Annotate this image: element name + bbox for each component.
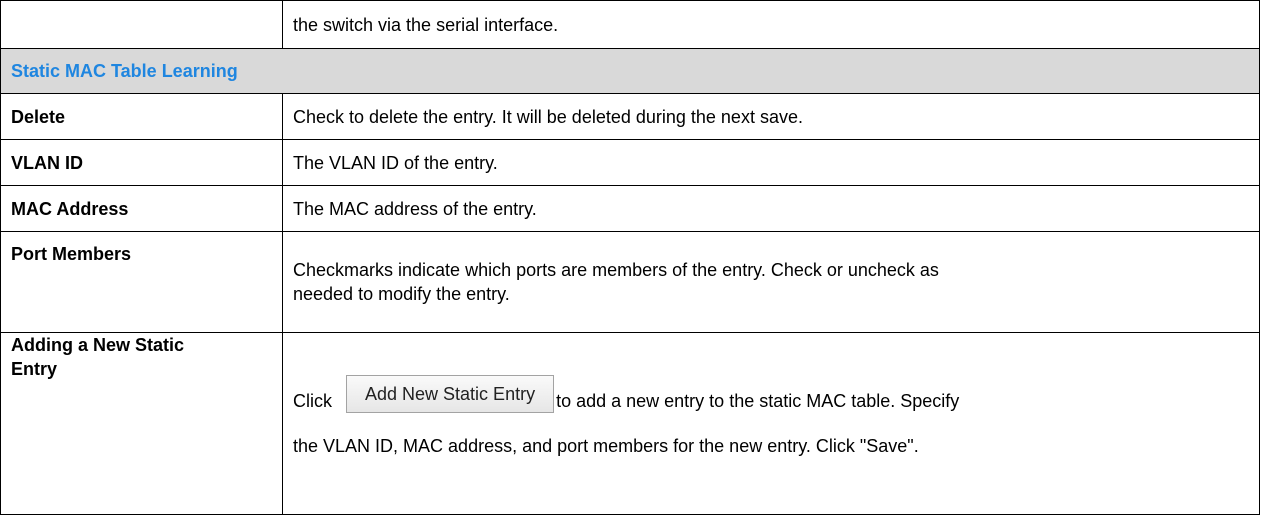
help-table: the switch via the serial interface. Sta… bbox=[0, 0, 1260, 515]
description-delete: Check to delete the entry. It will be de… bbox=[293, 106, 803, 127]
description-adding-line1-wrap: Click Add New Static Entry to add a new en… bbox=[293, 375, 1249, 424]
description-cell: Click Add New Static Entry to add a new en… bbox=[282, 332, 1260, 515]
table-row-vlan-id: VLAN ID The VLAN ID of the entry. bbox=[0, 139, 1260, 186]
description-cell: Check to delete the entry. It will be de… bbox=[282, 93, 1260, 140]
description-cell: The MAC address of the entry. bbox=[282, 185, 1260, 232]
description-cell: Checkmarks indicate which ports are memb… bbox=[282, 231, 1260, 333]
term-cell-empty bbox=[0, 0, 283, 49]
term-delete: Delete bbox=[11, 106, 66, 127]
term-cell: Delete bbox=[0, 93, 283, 140]
term-vlan-id: VLAN ID bbox=[11, 152, 83, 173]
description-cell: the switch via the serial interface. bbox=[282, 0, 1260, 49]
description-text: the switch via the serial interface. bbox=[293, 14, 559, 35]
section-header-row: Static MAC Table Learning bbox=[0, 48, 1260, 94]
term-adding-entry-line2: Entry bbox=[11, 359, 58, 379]
description-vlan-id: The VLAN ID of the entry. bbox=[293, 152, 498, 173]
description-mac-address: The MAC address of the entry. bbox=[293, 198, 537, 219]
term-adding-entry-line1: Adding a New Static bbox=[11, 335, 185, 355]
table-row-adding-entry: Adding a New Static Entry Click Add New S… bbox=[0, 332, 1260, 515]
section-header: Static MAC Table Learning bbox=[0, 48, 1260, 94]
description-cell: The VLAN ID of the entry. bbox=[282, 139, 1260, 186]
table-row-continuation: the switch via the serial interface. bbox=[0, 0, 1260, 49]
table-row-delete: Delete Check to delete the entry. It wil… bbox=[0, 93, 1260, 140]
table-row-mac-address: MAC Address The MAC address of the entry… bbox=[0, 185, 1260, 232]
term-cell: MAC Address bbox=[0, 185, 283, 232]
term-cell: Port Members bbox=[0, 231, 283, 333]
click-label: Click bbox=[293, 391, 332, 411]
description-adding-line2: the VLAN ID, MAC address, and port membe… bbox=[293, 436, 919, 456]
table-row-port-members: Port Members Checkmarks indicate which p… bbox=[0, 231, 1260, 333]
description-port-members-line1: Checkmarks indicate which ports are memb… bbox=[293, 260, 939, 280]
term-cell: VLAN ID bbox=[0, 139, 283, 186]
term-cell: Adding a New Static Entry bbox=[0, 332, 283, 515]
term-mac-address: MAC Address bbox=[11, 198, 129, 219]
description-adding-line1: to add a new entry to the static MAC tab… bbox=[556, 391, 960, 411]
term-port-members: Port Members bbox=[11, 244, 132, 264]
section-title: Static MAC Table Learning bbox=[11, 61, 238, 81]
add-new-static-entry-button[interactable]: Add New Static Entry bbox=[346, 375, 555, 414]
description-port-members-line2: needed to modify the entry. bbox=[293, 284, 510, 304]
